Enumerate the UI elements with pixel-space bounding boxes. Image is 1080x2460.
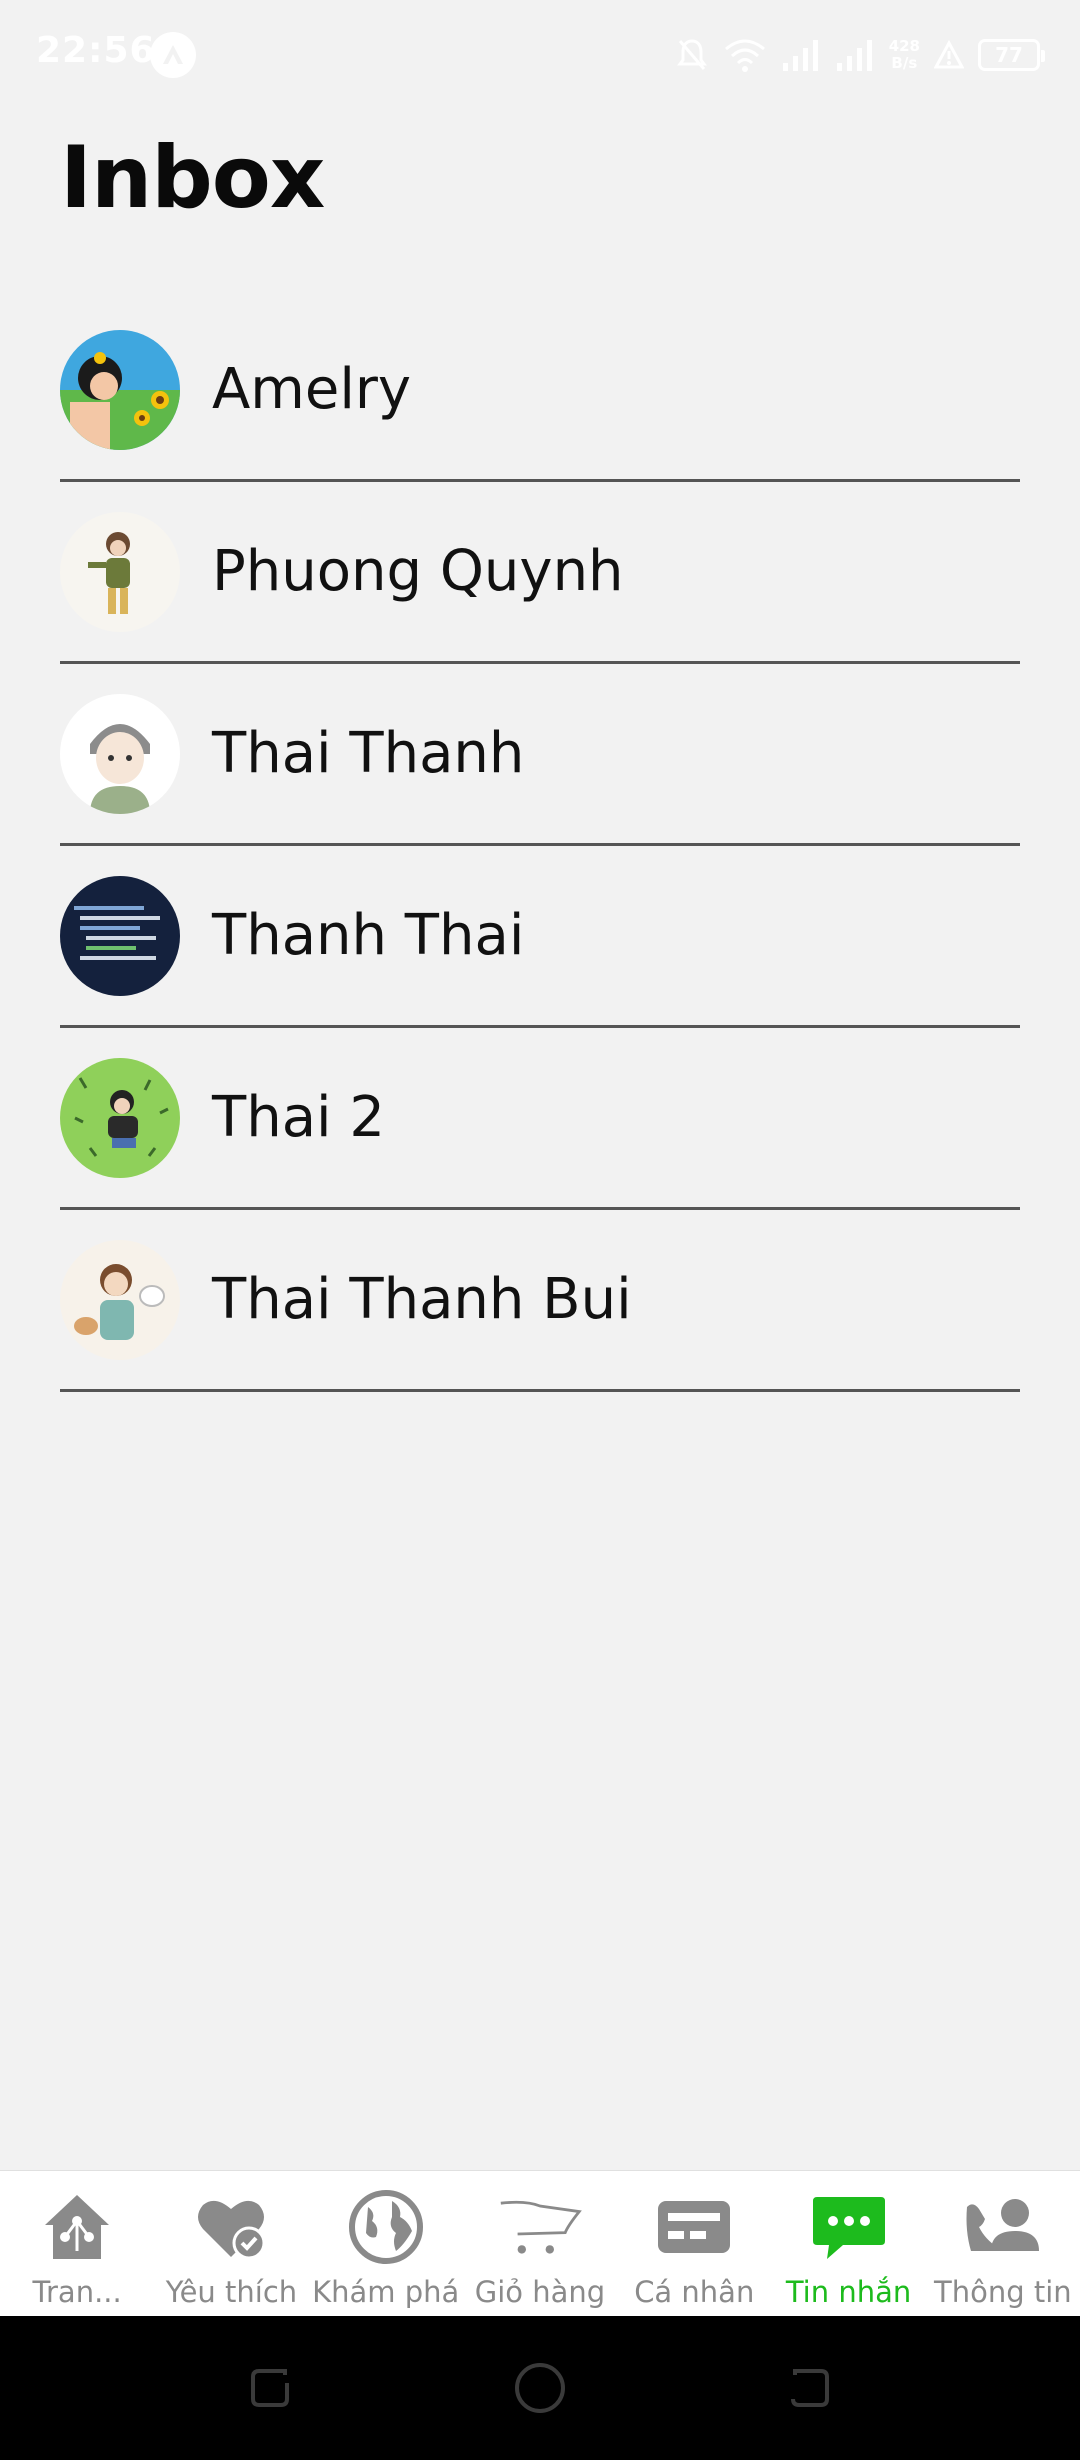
warning-icon [934,40,964,69]
signal-icon-2 [836,40,872,71]
contact-name: Thai Thanh Bui [212,1267,632,1332]
status-time: 22:56 [36,30,156,71]
home-circle-icon [515,2363,565,2413]
signal-icon [782,40,818,71]
nav-label: Yêu thích [165,2275,298,2309]
avatar [60,875,180,996]
nav-item-info[interactable]: Thông tin [926,2171,1080,2316]
avatar [60,329,180,450]
nav-item-messages[interactable]: Tin nhắn [771,2171,925,2316]
card-icon [652,2185,736,2269]
conversation-item[interactable]: Amelry [60,300,1020,482]
nav-label: Giỏ hàng [474,2275,606,2309]
status-bar: 22:56 428 B/s 77 [0,0,1080,110]
nav-item-explore[interactable]: Khám phá [309,2171,463,2316]
conversation-item[interactable]: Phuong Quynh [60,482,1020,664]
contact-name: Phuong Quynh [212,539,624,604]
nav-label: Khám phá [312,2275,460,2309]
status-icons: 428 B/s 77 [675,30,1045,80]
recents-icon [251,2369,289,2407]
home-network-icon [35,2185,119,2269]
system-navigation-bar [0,2316,1080,2460]
nav-item-favorites[interactable]: Yêu thích [154,2171,308,2316]
avatar [60,1239,180,1360]
heart-check-icon [189,2185,273,2269]
wifi-icon [724,39,765,72]
globe-icon [344,2185,428,2269]
network-speed: 428 B/s [889,38,920,72]
back-icon [791,2369,829,2407]
nav-label: Thông tin [934,2275,1072,2309]
conversation-item[interactable]: Thai Thanh [60,664,1020,846]
contact-name: Amelry [212,357,412,422]
nav-item-personal[interactable]: Cá nhân [617,2171,771,2316]
contact-name: Thai 2 [212,1085,386,1150]
speed-unit: B/s [891,54,918,72]
avatar [60,511,180,632]
recents-button[interactable] [238,2356,302,2420]
chat-icon [807,2185,891,2269]
battery-indicator: 77 [978,39,1045,71]
speed-value: 428 [888,37,920,55]
avatar [60,1057,180,1178]
bottom-navigation: Tran... Yêu thích Khám phá Giỏ hàng Cá n… [0,2170,1080,2316]
cart-icon [498,2185,582,2269]
mute-bell-icon [676,39,707,70]
back-button[interactable] [778,2356,842,2420]
conversation-item[interactable]: Thanh Thai [60,846,1020,1028]
conversation-item[interactable]: Thai 2 [60,1028,1020,1210]
inbox-list: Amelry Phuong Quynh Thai Thanh Thanh Tha… [60,300,1020,1392]
app-notification-icon [150,32,196,78]
nav-item-cart[interactable]: Giỏ hàng [463,2171,617,2316]
conversation-item[interactable]: Thai Thanh Bui [60,1210,1020,1392]
page-title: Inbox [60,128,325,228]
avatar [60,693,180,814]
nav-item-home[interactable]: Tran... [0,2171,154,2316]
nav-label: Cá nhân [634,2275,755,2309]
home-button[interactable] [508,2356,572,2420]
nav-label: Tin nhắn [785,2275,912,2309]
phone-contact-icon [961,2185,1045,2269]
nav-label: Tran... [32,2275,122,2309]
contact-name: Thai Thanh [212,721,525,786]
contact-name: Thanh Thai [212,903,525,968]
